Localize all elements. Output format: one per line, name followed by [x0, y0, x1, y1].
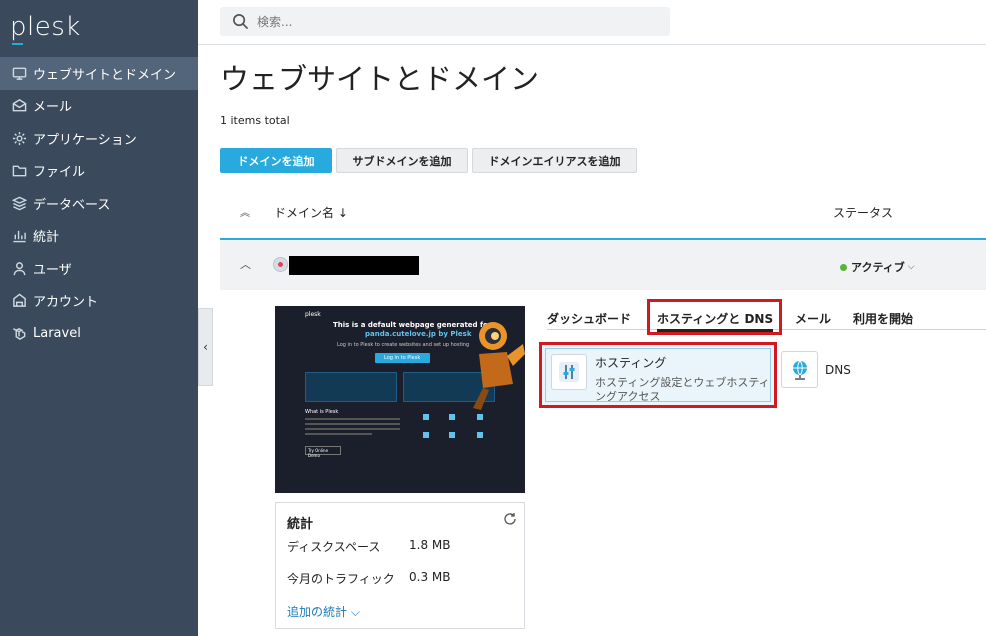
sidebar-item-mail[interactable]: メール: [0, 90, 198, 123]
sidebar-item-account[interactable]: アカウント: [0, 285, 198, 318]
sidebar-item-label: アカウント: [33, 295, 99, 311]
sidebar-item-statistics[interactable]: 統計: [0, 220, 198, 253]
sidebar-item-users[interactable]: ユーザ: [0, 252, 198, 285]
globe-icon[interactable]: [781, 351, 818, 388]
sidebar-item-label: ユーザ: [33, 262, 72, 278]
status-text: アクティブ: [851, 261, 905, 274]
traffic-label: 今月のトラフィック: [287, 572, 395, 586]
add-domain-button[interactable]: ドメインを追加: [220, 148, 332, 173]
dns-label[interactable]: DNS: [825, 363, 851, 377]
sidebar-item-label: Laravel: [33, 325, 81, 341]
preview-paragraph: [305, 418, 400, 440]
status-badge[interactable]: アクティブ ⌵: [840, 259, 915, 275]
disk-space-value: 1.8 MB: [409, 538, 451, 552]
sidebar-item-label: ウェブサイトとドメイン: [33, 67, 177, 83]
gear-icon: [11, 130, 27, 146]
traffic-value: 0.3 MB: [409, 570, 451, 584]
sidebar-item-label: アプリケーション: [33, 132, 137, 148]
sidebar-nav: ウェブサイトとドメイン メール アプリケーション ファイル データベース 統計 …: [0, 57, 198, 350]
database-icon: [11, 195, 27, 211]
disk-space-label: ディスクスペース: [287, 540, 381, 554]
search-input[interactable]: 検索...: [220, 7, 670, 36]
laravel-icon: [11, 325, 27, 341]
sidebar-item-websites-domains[interactable]: ウェブサイトとドメイン: [0, 57, 198, 90]
monitor-icon: [11, 65, 27, 81]
sidebar-item-label: メール: [33, 100, 73, 116]
preview-demo-label: Try Online Demo: [308, 448, 329, 458]
bar-chart-icon: [11, 228, 27, 244]
preview-brand: plesk: [305, 311, 321, 318]
items-total: 1 items total: [220, 114, 290, 127]
sidebar-item-label: ファイル: [33, 165, 86, 181]
header-divider: [198, 44, 986, 45]
sidebar-item-applications[interactable]: アプリケーション: [0, 122, 198, 155]
tab-dashboard[interactable]: ダッシュボード: [547, 310, 631, 327]
sidebar-item-laravel[interactable]: Laravel: [0, 317, 198, 350]
hosting-description: ホスティング設定とウェブホスティングアクセス: [595, 376, 770, 403]
sliders-icon: [551, 354, 587, 390]
expand-all-icon[interactable]: ︽: [240, 204, 250, 219]
website-preview[interactable]: plesk This is a default webpage generate…: [275, 306, 525, 493]
tab-mail[interactable]: メール: [795, 310, 831, 327]
domain-name-redacted[interactable]: [289, 256, 419, 275]
sidebar-collapse-button[interactable]: ‹: [198, 308, 213, 386]
hosting-title: ホスティング: [595, 356, 667, 370]
table-row[interactable]: ︿ アクティブ ⌵: [220, 238, 986, 290]
preview-robot-illustration: [473, 322, 525, 410]
stats-card: 統計 ディスクスペース 1.8 MB 今月のトラフィック 0.3 MB 追加の統…: [275, 502, 525, 629]
plesk-logo[interactable]: plesk: [10, 12, 81, 45]
stats-title: 統計: [287, 517, 314, 532]
preview-button-label: Log in to Plesk: [384, 355, 421, 361]
sidebar: plesk ウェブサイトとドメイン メール アプリケーション ファイル データベ…: [0, 0, 198, 636]
table-header: ︽ ドメイン名 ↓ ステータス: [220, 196, 986, 228]
add-subdomain-button[interactable]: サブドメインを追加: [336, 148, 468, 173]
search-placeholder: 検索...: [257, 15, 293, 29]
mail-icon: [11, 98, 27, 114]
user-icon: [11, 260, 27, 276]
page-title: ウェブサイトとドメイン: [220, 62, 540, 96]
sidebar-item-label: データベース: [33, 197, 111, 213]
account-icon: [11, 293, 27, 309]
site-favicon-icon: [273, 257, 288, 272]
preview-login-button: Log in to Plesk: [375, 353, 430, 363]
more-stats-link[interactable]: 追加の統計 ⌵: [287, 603, 360, 620]
tab-getting-started[interactable]: 利用を開始: [853, 310, 913, 327]
sidebar-item-label: 統計: [33, 230, 60, 246]
preview-demo-button: Try Online Demo: [305, 446, 341, 458]
preview-sub: Log in to Plesk to create websites and s…: [337, 342, 470, 348]
preview-card: [305, 372, 397, 402]
sidebar-item-files[interactable]: ファイル: [0, 155, 198, 188]
preview-domain: panda.cutelove.jp by Plesk: [365, 330, 472, 338]
hosting-settings-card[interactable]: ホスティング ホスティング設定とウェブホスティングアクセス: [539, 342, 777, 408]
sidebar-item-databases[interactable]: データベース: [0, 187, 198, 220]
refresh-icon[interactable]: [503, 512, 517, 526]
chevron-down-icon: ⌵: [907, 262, 915, 272]
folder-icon: [11, 163, 27, 179]
preview-feature-icons: [423, 414, 495, 442]
column-domain-name[interactable]: ドメイン名 ↓: [274, 204, 348, 221]
collapse-row-icon[interactable]: ︿: [240, 256, 251, 272]
hosting-card-inner[interactable]: ホスティング ホスティング設定とウェブホスティングアクセス: [545, 348, 771, 403]
status-dot-icon: [840, 263, 847, 271]
column-status: ステータス: [833, 206, 894, 220]
preview-what: What is Plesk: [305, 409, 339, 415]
add-domain-alias-button[interactable]: ドメインエイリアスを追加: [472, 148, 637, 173]
highlight-box: [647, 299, 782, 335]
search-icon: [233, 14, 249, 30]
